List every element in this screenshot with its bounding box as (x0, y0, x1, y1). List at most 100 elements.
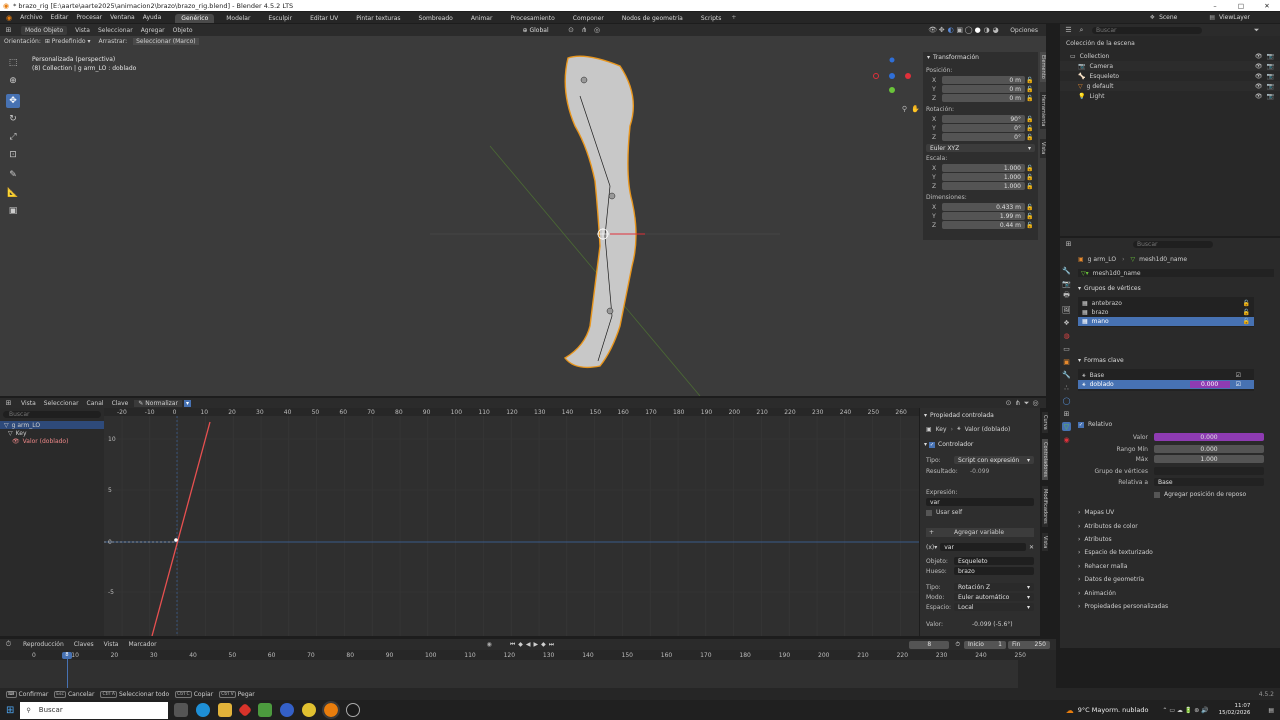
physics-tab-icon[interactable]: ◯ (1062, 396, 1071, 405)
normalize-dropdown-icon[interactable]: ▾ (183, 399, 191, 407)
eye-icon[interactable]: 👁 (1255, 73, 1263, 80)
tool-tab-icon[interactable]: 🔧 (1062, 266, 1071, 275)
pivot-icon[interactable]: ⊙ (1004, 399, 1013, 408)
collapsed-section[interactable]: › Mapas UV (1078, 506, 1274, 519)
collection-tab-icon[interactable]: ▭ (1062, 344, 1071, 353)
checkbox-icon[interactable]: ☑ (1236, 381, 1241, 388)
next-key-icon[interactable]: ◆ (541, 641, 546, 648)
use-self-checkbox[interactable]: Usar self (926, 509, 1034, 516)
collapsed-section[interactable]: › Atributos de color (1078, 519, 1274, 532)
vertex-groups-header[interactable]: ▾ Grupos de vértices (1078, 285, 1274, 292)
transform-tool-icon[interactable]: ⊡ (6, 148, 20, 162)
data-tab-icon[interactable]: ▽ (1062, 422, 1071, 431)
pan-hand-icon[interactable]: ✋ (911, 104, 920, 113)
current-frame-field[interactable]: 8 (909, 640, 950, 649)
modifier-tab-icon[interactable]: 🔧 (1062, 370, 1071, 379)
driven-property-header[interactable]: ▾ Propiedad controlada (924, 412, 1036, 419)
drag-select[interactable]: Seleccionar (Marco) (133, 38, 199, 45)
clock[interactable]: 11:07 15/02/2026 (1219, 703, 1251, 717)
lock-icon[interactable]: 🔓 (1025, 134, 1035, 141)
dimensions-field[interactable]: 0.44 m (942, 221, 1025, 229)
mesh-name-field[interactable]: ▽▾ mesh1d0_name (1078, 269, 1274, 277)
proportional-icon[interactable]: ◎ (593, 26, 602, 35)
remove-variable-icon[interactable]: ✕ (1029, 544, 1034, 551)
viewlayer-name[interactable]: ViewLayer (1219, 14, 1250, 21)
eye-icon[interactable]: 👁 (1255, 93, 1263, 100)
render-tab-icon[interactable]: 📷 (1062, 279, 1071, 288)
task-view-icon[interactable] (174, 703, 189, 717)
visibility-icon[interactable]: 👁 (928, 26, 937, 35)
menu-item[interactable]: Procesar (76, 14, 102, 21)
graph-menu-item[interactable]: Seleccionar (44, 400, 79, 407)
position-field[interactable]: 0 m (942, 76, 1025, 84)
workspace-tab[interactable]: Procesamiento (504, 14, 560, 23)
timeline-menu-item[interactable]: Claves (74, 641, 94, 648)
overlay-icon[interactable]: ◐ (946, 26, 955, 35)
transform-title-row[interactable]: ▾ Transformación (927, 54, 1034, 61)
var-type-select[interactable]: Rotación Z ▾ (954, 583, 1034, 591)
outliner-search[interactable]: Buscar (1092, 26, 1202, 34)
eye-icon[interactable]: 👁 (1255, 83, 1263, 90)
valor-field[interactable]: 0.000 (1154, 433, 1264, 441)
dimensions-field[interactable]: 1.99 m (942, 212, 1025, 220)
timeline-menu-item[interactable]: Vista (104, 641, 119, 648)
graph-menu-item[interactable]: Vista (21, 400, 36, 407)
obs-icon[interactable] (346, 703, 361, 717)
chrome-icon[interactable] (302, 703, 317, 717)
camera-icon[interactable]: 📷 (1267, 83, 1274, 90)
snap-icon[interactable]: ⋔ (580, 26, 589, 35)
workspace-tab[interactable]: Modelar (220, 14, 256, 23)
add-workspace-icon[interactable]: + (731, 14, 736, 21)
menu-item[interactable]: Ayuda (143, 14, 162, 21)
play-icon[interactable]: ▶ (534, 641, 539, 648)
shape-key-value[interactable]: 0.000 (1189, 381, 1230, 388)
app-red-icon[interactable] (238, 702, 253, 718)
scale-field[interactable]: 1.000 (942, 173, 1025, 181)
lock-icon[interactable]: 🔓 (1025, 183, 1035, 190)
viewport-side-tab[interactable]: Herramienta (1040, 91, 1046, 130)
xray-icon[interactable]: ▣ (955, 26, 964, 35)
graph-menu-item[interactable]: Clave (112, 400, 129, 407)
collapsed-section[interactable]: › Animación (1078, 586, 1274, 599)
graph-side-tab[interactable]: Curva (1042, 412, 1048, 433)
jump-end-icon[interactable]: ⏭ (549, 641, 554, 649)
eye-icon[interactable]: 👁 (1255, 53, 1263, 60)
variable-name-field[interactable]: var (940, 543, 1026, 551)
var-mode-select[interactable]: Euler automático ▾ (954, 593, 1034, 601)
scene-name[interactable]: Scene (1159, 14, 1177, 21)
start-frame-field[interactable]: Inicio 1 (964, 640, 1006, 649)
lock-icon[interactable]: 🔓 (1025, 95, 1035, 102)
shading-material-icon[interactable]: ◑ (982, 26, 991, 35)
var-object-field[interactable]: Esqueleto (954, 557, 1034, 565)
transform-orientation[interactable]: ⊕ Global (523, 27, 549, 34)
funnel-icon[interactable]: ⏷ (1252, 26, 1261, 35)
rotation-field[interactable]: 0° (942, 133, 1025, 141)
measure-tool-icon[interactable]: 📐 (6, 186, 20, 200)
lock-icon[interactable]: 🔓 (1025, 213, 1035, 220)
expression-field[interactable]: var (926, 498, 1034, 506)
output-tab-icon[interactable]: 🖶 (1062, 291, 1071, 301)
vertex-group-item[interactable]: ▦ antebrazo 🔓 (1078, 299, 1254, 308)
filter-icon[interactable]: ⏷ (1022, 399, 1031, 408)
tray-icons[interactable]: ⌃ ▭ ☁ 🔋 ⊛ 🔊 (1162, 707, 1208, 714)
lock-icon[interactable]: 🔓 (1025, 116, 1035, 123)
normalize-toggle[interactable]: ✎ Normalizar (134, 399, 182, 407)
constraints-tab-icon[interactable]: ⊞ (1062, 409, 1071, 418)
controller-header[interactable]: ▾ ✓ Controlador (924, 441, 1036, 448)
lock-icon[interactable]: 🔓 (1025, 222, 1035, 229)
scale-tool-icon[interactable]: ⤢ (6, 130, 20, 144)
graph-side-tab[interactable]: Vista (1042, 532, 1048, 551)
eye-icon[interactable]: 👁 (1255, 63, 1263, 70)
menu-item[interactable]: Ventana (110, 14, 135, 21)
close-button[interactable]: ✕ (1254, 2, 1280, 10)
range-min-field[interactable]: 0.000 (1154, 445, 1264, 453)
file-explorer-icon[interactable] (218, 703, 233, 717)
end-frame-field[interactable]: Fin 250 (1008, 640, 1050, 649)
windows-start-icon[interactable]: ⊞ (6, 705, 14, 716)
playhead-frame[interactable]: 8 (62, 652, 72, 659)
annotate-tool-icon[interactable]: ✎ (6, 168, 20, 182)
relative-checkbox[interactable]: ✓ Relativo (1078, 421, 1274, 428)
viewport-menu-item[interactable]: Seleccionar (98, 27, 133, 34)
context-object[interactable]: g arm_LO (1088, 256, 1116, 263)
outliner-item[interactable]: 💡 Light 👁 📷 (1060, 91, 1280, 101)
